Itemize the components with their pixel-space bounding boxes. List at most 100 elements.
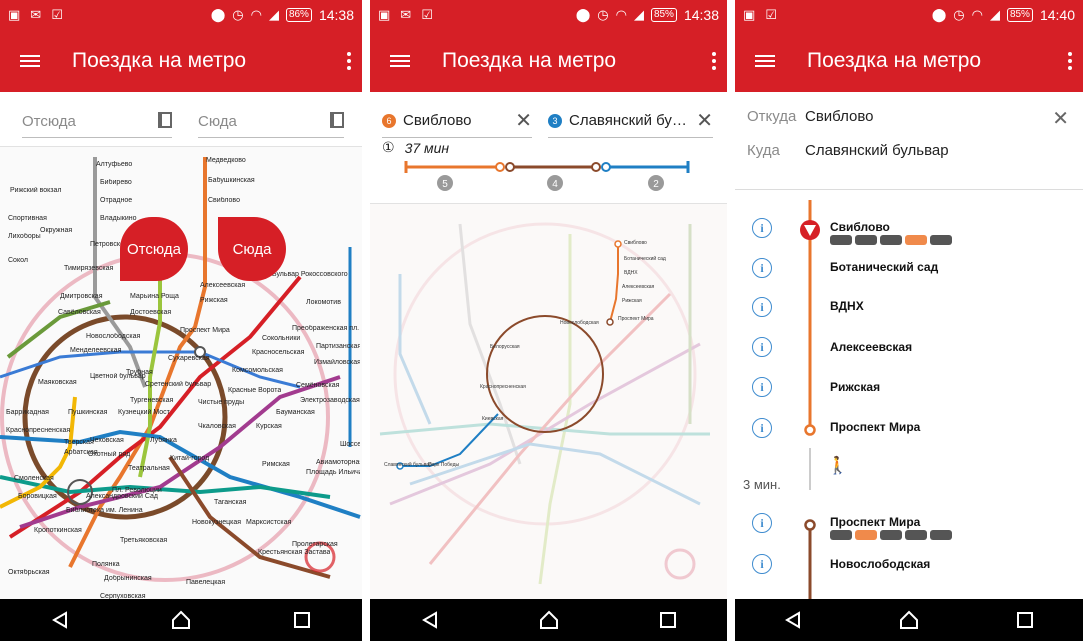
station-label[interactable]: Арбатская — [64, 449, 98, 456]
station-label[interactable]: Отрадное — [100, 197, 132, 204]
menu-icon[interactable] — [370, 52, 430, 70]
station-label[interactable]: Шоссе Энтузиастов — [340, 441, 360, 448]
to-row[interactable]: Куда Славянский бульвар — [747, 142, 949, 159]
station-label[interactable]: Спортивная — [8, 215, 47, 222]
station-label[interactable]: Бабушкинская — [208, 177, 255, 184]
route-station-label[interactable]: Рижская — [622, 298, 642, 304]
route-station-label[interactable]: Краснопресненская — [480, 384, 526, 390]
route-station-label[interactable]: Ботанический сад — [624, 256, 666, 262]
station-label[interactable]: Смоленская — [14, 475, 54, 482]
info-icon[interactable]: i — [752, 377, 772, 397]
info-icon[interactable]: i — [752, 218, 772, 238]
station-label[interactable]: Добрынинская — [104, 575, 152, 582]
station-label[interactable]: Пушкинская — [68, 409, 107, 416]
station-label[interactable]: Краснопресненская — [6, 427, 70, 434]
route-station-label[interactable]: Проспект Мира — [618, 316, 654, 322]
metro-map[interactable]: Алтуфьево Бибирево Отрадное Владыкино Медвед… — [0, 147, 362, 600]
station-label[interactable]: Бульвар Рокоссовского — [272, 271, 348, 278]
station-label[interactable]: Комсомольская — [232, 367, 283, 374]
station-label[interactable]: Баррикадная — [6, 409, 49, 416]
station-label[interactable]: Курская — [256, 423, 282, 430]
route-station-label[interactable]: Свиблово — [624, 240, 647, 246]
station-label[interactable]: Пролетарская — [292, 541, 338, 548]
station-label[interactable]: Локомотив — [306, 299, 341, 306]
pin-to[interactable]: Сюда — [218, 217, 286, 281]
back-icon[interactable] — [773, 605, 813, 635]
route-station-label[interactable]: Новослободская — [560, 320, 599, 326]
back-icon[interactable] — [40, 605, 80, 635]
station-label[interactable]: Новокузнецкая — [192, 519, 241, 526]
station-label[interactable]: Достоевская — [130, 309, 171, 316]
pin-from[interactable]: Отсюда — [120, 217, 188, 281]
bookmark-icon[interactable] — [330, 112, 344, 128]
station-label[interactable]: Свиблово — [208, 197, 240, 204]
station-label[interactable]: Электрозаводская — [300, 397, 360, 404]
station-label[interactable]: Театральная — [128, 465, 170, 472]
station-label[interactable]: Красные Ворота — [228, 387, 281, 394]
recents-icon[interactable] — [282, 605, 322, 635]
route-station-label[interactable]: Алексеевская — [622, 284, 654, 290]
info-icon[interactable]: i — [752, 337, 772, 357]
home-icon[interactable] — [161, 605, 201, 635]
to-station-field[interactable]: 3 Славянский бу… ✕ — [548, 104, 713, 138]
station-list[interactable]: i i i i i i i i Свиблово Ботанический са… — [735, 190, 1083, 600]
from-station-field[interactable]: 6 Свиблово ✕ — [382, 104, 532, 138]
station-label[interactable]: Цветной бульвар — [90, 373, 146, 380]
station-label[interactable]: Библиотека им. Ленина — [66, 507, 143, 514]
station-label[interactable]: Сокол — [8, 257, 28, 264]
station-label[interactable]: Рижская — [200, 297, 228, 304]
station-label[interactable]: Чистые пруды — [198, 399, 244, 406]
from-row[interactable]: Откуда Свиблово — [747, 108, 874, 125]
bookmark-icon[interactable] — [158, 112, 172, 128]
station-label[interactable]: Измайловская — [314, 359, 360, 366]
station-label[interactable]: Сокольники — [262, 335, 300, 342]
station-label[interactable]: Павелецкая — [186, 579, 225, 586]
station-label[interactable]: Октябрьская — [8, 569, 50, 576]
station-label[interactable]: Партизанская — [316, 343, 360, 350]
station-label[interactable]: Чкаловская — [198, 423, 236, 430]
station-label[interactable]: Дмитровская — [60, 293, 103, 300]
route-station-label[interactable]: Парк Победы — [428, 462, 459, 468]
more-options-icon[interactable] — [1057, 51, 1083, 70]
station-label[interactable]: Боровицкая — [18, 493, 57, 500]
back-icon[interactable] — [410, 605, 450, 635]
route-station-label[interactable]: ВДНХ — [624, 270, 638, 276]
station-label[interactable]: Новослободская — [86, 333, 140, 340]
station-label[interactable]: Бибирево — [100, 179, 132, 186]
home-icon[interactable] — [889, 605, 929, 635]
station-label[interactable]: Красносельская — [252, 349, 304, 356]
close-icon[interactable]: ✕ — [1052, 106, 1069, 131]
route-station-label[interactable]: Славянский бульвар — [384, 462, 432, 468]
route-map[interactable]: Свиблово Ботанический сад ВДНХ Алексеевская… — [370, 204, 727, 599]
recents-icon[interactable] — [1005, 605, 1045, 635]
info-icon[interactable]: i — [752, 418, 772, 438]
station-label[interactable]: Владыкино — [100, 215, 137, 222]
station-label[interactable]: Менделеевская — [70, 347, 121, 354]
station-label[interactable]: Кропоткинская — [34, 527, 82, 534]
clear-icon[interactable]: ✕ — [509, 108, 532, 133]
route-station-label[interactable]: Белорусская — [490, 344, 520, 350]
station-label[interactable]: Пл. Революции — [112, 487, 162, 494]
info-icon[interactable]: i — [752, 258, 772, 278]
station-label[interactable]: Третьяковская — [120, 537, 167, 544]
clear-icon[interactable]: ✕ — [690, 108, 713, 133]
station-label[interactable]: Маяковская — [38, 379, 77, 386]
station-label[interactable]: Крестьянская Застава — [258, 549, 330, 556]
more-options-icon[interactable] — [336, 51, 362, 70]
station-label[interactable]: Марьина Роща — [130, 293, 179, 300]
route-station-label[interactable]: Киевская — [482, 416, 503, 422]
station-label[interactable]: Китай-город — [170, 455, 209, 462]
station-label[interactable]: Лубянка — [150, 437, 177, 444]
station-label[interactable]: Таганская — [214, 499, 246, 506]
station-label[interactable]: Проспект Мира — [180, 327, 230, 334]
station-label[interactable]: Кузнецкий Мост — [118, 409, 170, 416]
station-label[interactable]: Семёновская — [296, 382, 339, 389]
station-label[interactable]: Алексеевская — [200, 282, 245, 289]
info-icon[interactable]: i — [752, 513, 772, 533]
home-icon[interactable] — [529, 605, 569, 635]
station-label[interactable]: Савёловская — [58, 309, 101, 316]
recents-icon[interactable] — [648, 605, 688, 635]
station-label[interactable]: Тверская — [64, 439, 94, 446]
menu-icon[interactable] — [735, 52, 795, 70]
station-label[interactable]: Окружная — [40, 227, 72, 234]
